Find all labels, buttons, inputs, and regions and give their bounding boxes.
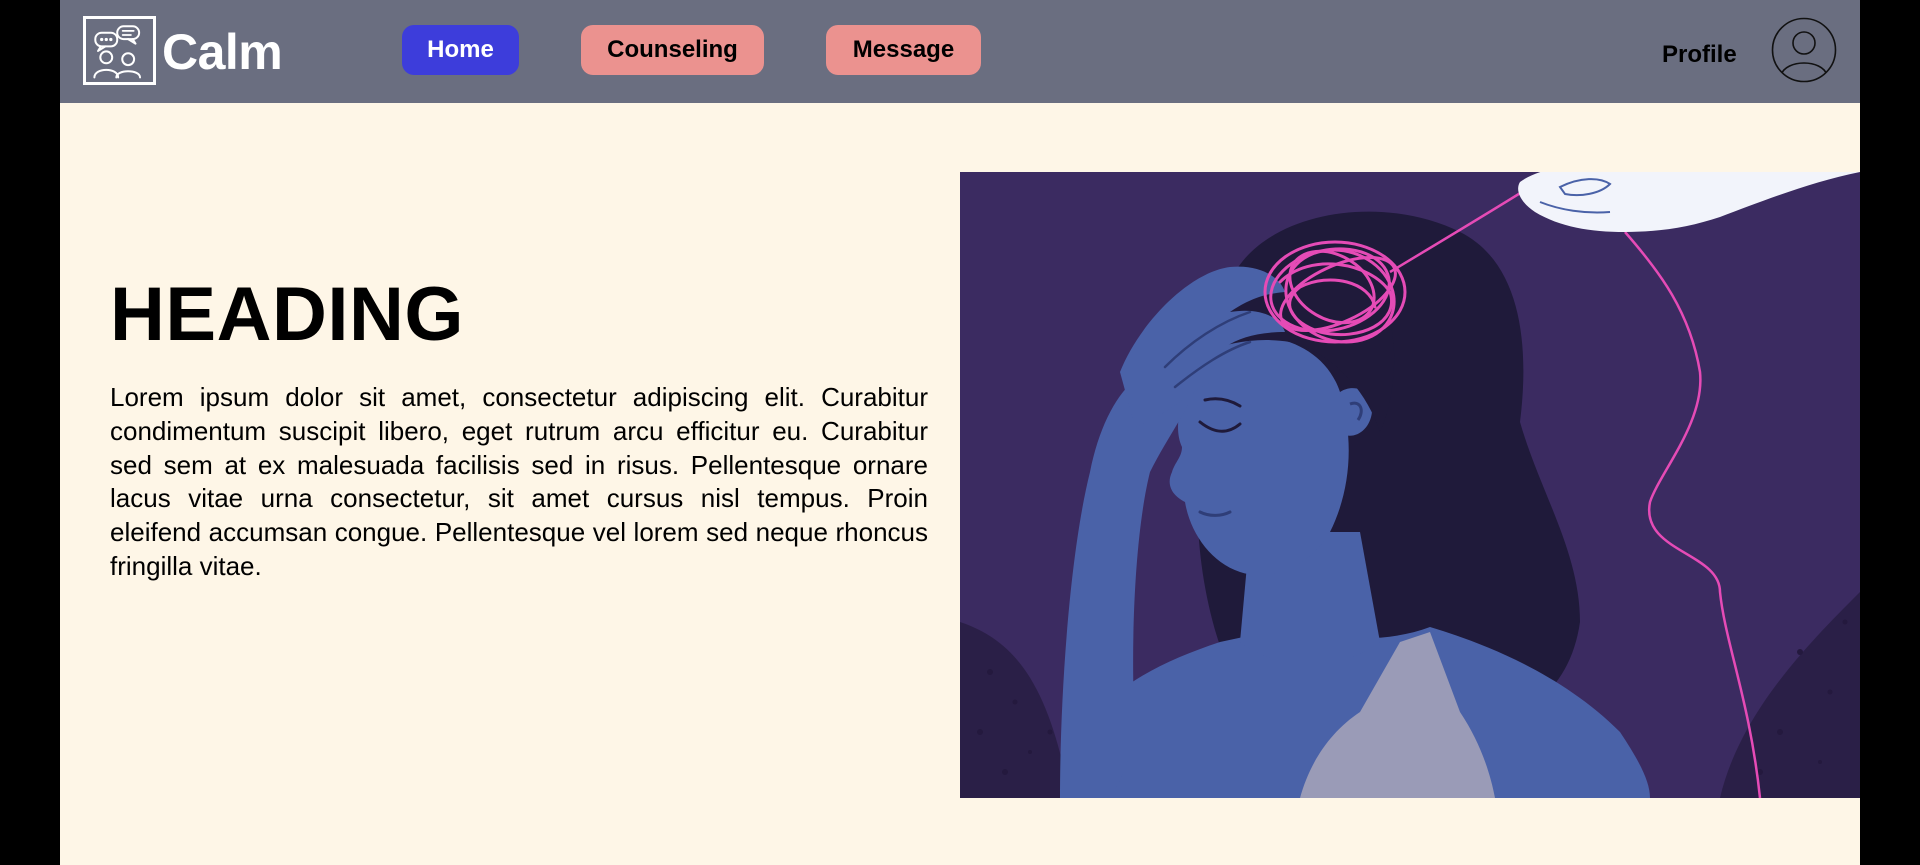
hero-illustration <box>960 172 1860 798</box>
nav-home-button[interactable]: Home <box>402 25 519 75</box>
page: Calm Home Counseling Message Profile HEA… <box>60 0 1860 865</box>
top-navbar: Calm Home Counseling Message Profile <box>60 0 1860 103</box>
profile-link[interactable]: Profile <box>1662 40 1737 70</box>
hero-body-text: Lorem ipsum dolor sit amet, consectetur … <box>110 382 928 581</box>
brand-name[interactable]: Calm <box>162 22 283 82</box>
app-logo[interactable] <box>83 16 156 85</box>
nav-counseling-button[interactable]: Counseling <box>581 25 764 75</box>
user-avatar-icon <box>1771 17 1837 83</box>
nav-message-button[interactable]: Message <box>826 25 981 75</box>
profile-avatar-button[interactable] <box>1771 17 1837 83</box>
stressed-woman-illustration <box>960 172 1860 798</box>
counseling-chat-icon <box>93 25 142 79</box>
hero-heading: HEADING <box>110 272 464 357</box>
